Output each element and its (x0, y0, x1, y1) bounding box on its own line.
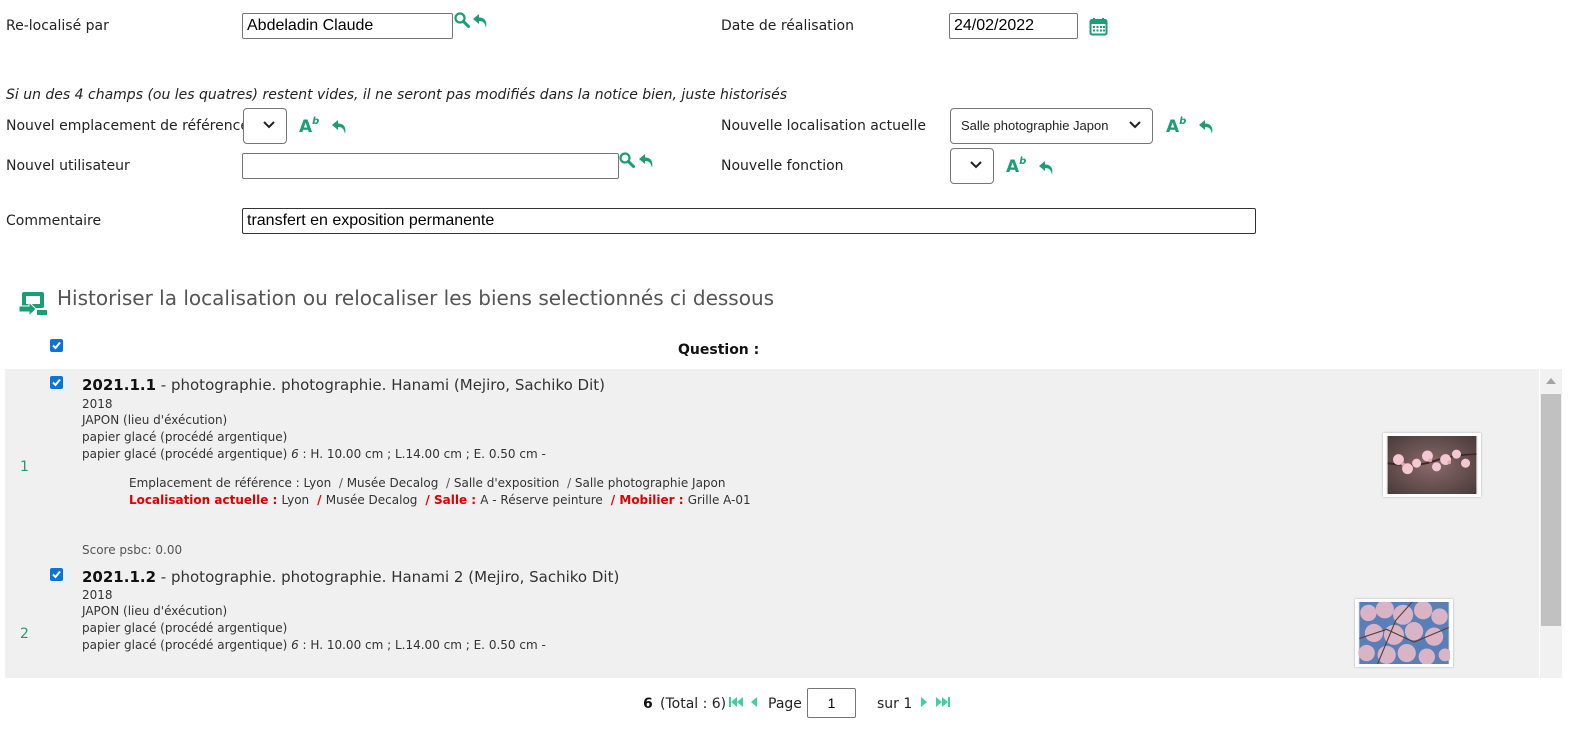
row-number: 1 (20, 459, 29, 475)
item-thumbnail[interactable] (1355, 599, 1453, 667)
item-year: 2018 (82, 397, 113, 411)
select-all-checkbox[interactable] (50, 339, 63, 352)
emplacement-label: Nouvel emplacement de référence (6, 118, 249, 134)
info-note: Si un des 4 champs (ou les quatres) rest… (6, 87, 787, 103)
localisation-label: Nouvelle localisation actuelle (721, 118, 926, 134)
chevron-down-icon (970, 161, 982, 169)
current-location: Localisation actuelle : Lyon / Musée Dec… (129, 493, 751, 507)
item-description: - photographie. photographie. Hanami 2 (… (156, 568, 620, 586)
table-row: 1 2021.1.1 - photographie. photographie.… (5, 369, 1539, 562)
fonction-label: Nouvelle fonction (721, 158, 844, 174)
emplacement-select[interactable] (243, 108, 287, 144)
date-input[interactable]: 24/02/2022 (949, 13, 1078, 39)
text-format-icon[interactable]: Ab (299, 117, 319, 136)
result-total: (Total : 6) (660, 696, 727, 712)
search-icon[interactable] (619, 152, 635, 168)
relocate-icon (18, 292, 47, 318)
item-description: - photographie. photographie. Hanami (Me… (156, 376, 605, 394)
chevron-down-icon (263, 121, 275, 129)
commentaire-input[interactable]: transfert en exposition permanente (242, 208, 1256, 234)
utilisateur-label: Nouvel utilisateur (6, 158, 130, 174)
undo-icon[interactable] (1198, 118, 1216, 136)
item-dimensions: papier glacé (procédé argentique) 6 : H.… (82, 447, 546, 461)
item-score: Score psbc: 0.00 (82, 543, 183, 557)
undo-icon[interactable] (638, 152, 656, 170)
reference-location: Emplacement de référence : Lyon / Musée … (129, 476, 726, 490)
row-checkbox[interactable] (50, 568, 63, 581)
date-label: Date de réalisation (721, 18, 854, 34)
localisation-value: Salle photographie Japon (961, 118, 1109, 133)
item-material: papier glacé (procédé argentique) (82, 430, 288, 444)
column-header: Question : (678, 342, 760, 358)
fonction-select[interactable] (950, 148, 994, 184)
utilisateur-input[interactable] (242, 153, 619, 179)
section-title: Historiser la localisation ou relocalise… (57, 286, 775, 310)
page-label: Page (768, 696, 802, 712)
item-code: 2021.1.1 (82, 376, 157, 394)
undo-icon[interactable] (331, 118, 349, 136)
scrollbar-thumb[interactable] (1541, 394, 1561, 626)
item-material: papier glacé (procédé argentique) (82, 621, 288, 635)
text-format-icon[interactable]: Ab (1166, 117, 1186, 136)
last-page-icon[interactable] (935, 695, 951, 709)
chevron-down-icon (1129, 121, 1141, 129)
table-row: 2 2021.1.2 - photographie. photographie.… (5, 562, 1539, 678)
item-code: 2021.1.2 (82, 568, 157, 586)
item-title[interactable]: 2021.1.1 - photographie. photographie. H… (82, 376, 605, 394)
relocalise-input[interactable]: Abdeladin Claude (242, 13, 453, 39)
search-icon[interactable] (454, 12, 470, 28)
page-input[interactable]: 1 (807, 688, 856, 718)
item-place: JAPON (lieu d'éxécution) (82, 413, 228, 427)
scrollbar[interactable] (1540, 369, 1562, 678)
next-page-icon[interactable] (919, 695, 929, 709)
relocalise-label: Re-localisé par (6, 18, 109, 34)
page-total: sur 1 (877, 696, 913, 712)
result-count: 6 (643, 696, 653, 712)
row-checkbox[interactable] (50, 376, 63, 389)
item-dimensions: papier glacé (procédé argentique) 6 : H.… (82, 638, 546, 652)
item-thumbnail[interactable] (1383, 433, 1481, 497)
text-format-icon[interactable]: Ab (1006, 157, 1026, 176)
item-title[interactable]: 2021.1.2 - photographie. photographie. H… (82, 568, 619, 586)
scroll-up-icon[interactable] (1545, 377, 1557, 385)
undo-icon[interactable] (1038, 159, 1056, 177)
calendar-icon[interactable] (1089, 17, 1108, 36)
commentaire-label: Commentaire (6, 213, 102, 229)
prev-page-icon[interactable] (749, 695, 759, 709)
localisation-select[interactable]: Salle photographie Japon (950, 108, 1153, 144)
item-place: JAPON (lieu d'éxécution) (82, 604, 228, 618)
row-number: 2 (20, 626, 29, 642)
first-page-icon[interactable] (728, 695, 744, 709)
item-year: 2018 (82, 588, 113, 602)
undo-icon[interactable] (472, 12, 490, 30)
